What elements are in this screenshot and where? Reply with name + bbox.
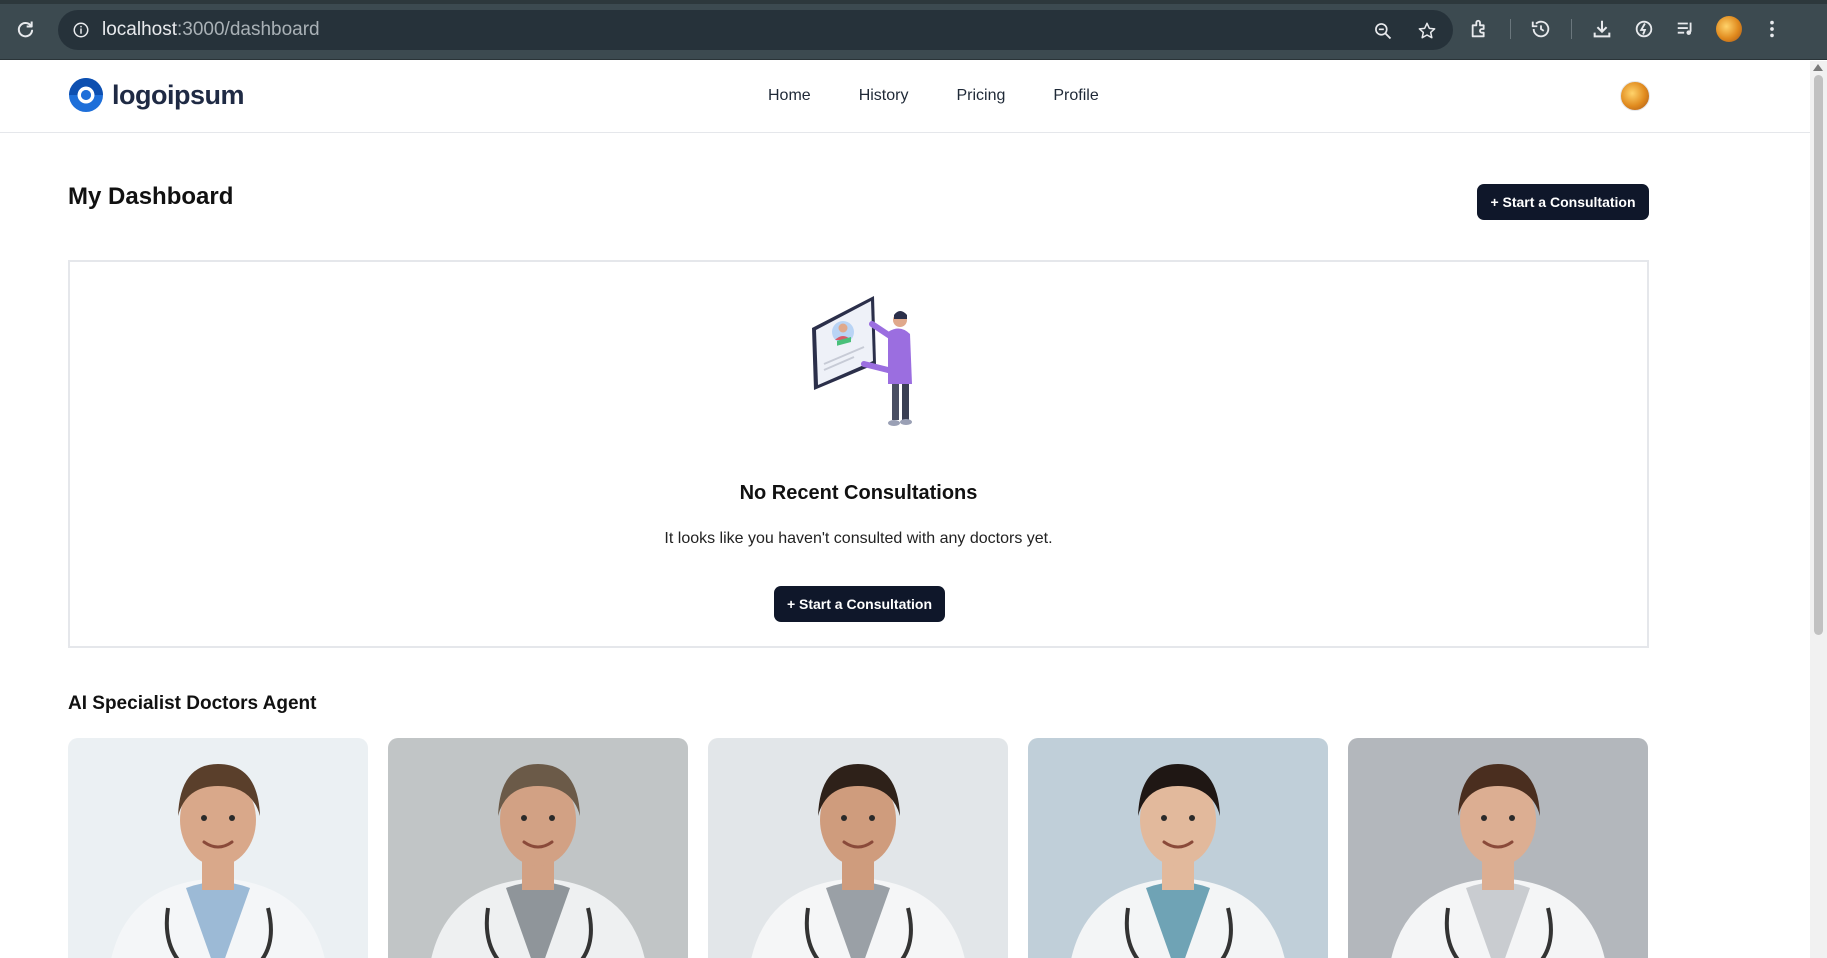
history-icon[interactable] xyxy=(1529,17,1553,41)
more-menu-icon[interactable] xyxy=(1760,17,1784,41)
doctor-card[interactable] xyxy=(708,738,1008,958)
performance-icon[interactable] xyxy=(1632,17,1656,41)
nav-link-profile[interactable]: Profile xyxy=(1053,87,1098,105)
download-icon[interactable] xyxy=(1590,17,1614,41)
extensions-icon[interactable] xyxy=(1468,17,1492,41)
toolbar-divider xyxy=(1571,19,1572,39)
empty-state-title: No Recent Consultations xyxy=(739,482,978,504)
doctor-screen-illustration xyxy=(812,296,912,426)
media-control-icon[interactable] xyxy=(1674,17,1698,41)
user-avatar[interactable] xyxy=(1620,81,1650,111)
browser-profile-avatar[interactable] xyxy=(1716,16,1742,42)
doctor-portrait-image xyxy=(708,738,1008,958)
doctor-portrait-image xyxy=(68,738,368,958)
browser-toolbar: localhost:3000/dashboard xyxy=(0,0,1827,60)
page-viewport: logoipsum Home History Pricing Profile M… xyxy=(0,61,1810,958)
nav-link-history[interactable]: History xyxy=(859,87,909,105)
nav-link-pricing[interactable]: Pricing xyxy=(956,87,1005,105)
url-text[interactable]: localhost:3000/dashboard xyxy=(102,19,320,41)
empty-state-subtitle: It looks like you haven't consulted with… xyxy=(664,530,1053,547)
logo-text: logoipsum xyxy=(112,79,245,110)
scrollbar-thumb[interactable] xyxy=(1814,75,1823,635)
main-nav: Home History Pricing Profile xyxy=(768,87,1099,105)
toolbar-divider xyxy=(1510,19,1511,39)
doctor-card[interactable] xyxy=(1348,738,1648,958)
start-consultation-button[interactable]: + Start a Consultation xyxy=(1477,184,1649,220)
url-path: :3000/dashboard xyxy=(177,19,320,40)
url-host: localhost xyxy=(102,19,177,40)
page-scrollbar[interactable] xyxy=(1810,61,1827,958)
logo-mark-icon xyxy=(69,78,103,112)
reload-icon[interactable] xyxy=(14,18,36,40)
doctor-card[interactable] xyxy=(1028,738,1328,958)
doctor-card[interactable] xyxy=(388,738,688,958)
specialists-section-title: AI Specialist Doctors Agent xyxy=(68,693,317,714)
page-title: My Dashboard xyxy=(68,183,234,210)
doctor-portrait-image xyxy=(388,738,688,958)
site-info-icon[interactable] xyxy=(70,19,92,41)
recent-consultations-empty-state: No Recent Consultations It looks like yo… xyxy=(68,260,1649,648)
doctor-card[interactable] xyxy=(68,738,368,958)
bookmark-star-icon[interactable] xyxy=(1415,19,1439,43)
nav-link-home[interactable]: Home xyxy=(768,87,811,105)
logo[interactable]: logoipsum xyxy=(68,77,245,113)
scroll-up-arrow-icon[interactable] xyxy=(1813,64,1823,71)
address-bar[interactable]: localhost:3000/dashboard xyxy=(58,10,1453,50)
specialist-doctors-grid xyxy=(68,738,1648,958)
tab-strip-edge xyxy=(0,0,1827,4)
doctor-portrait-image xyxy=(1348,738,1648,958)
zoom-icon[interactable] xyxy=(1371,19,1395,43)
doctor-portrait-image xyxy=(1028,738,1328,958)
empty-state-start-consultation-button[interactable]: + Start a Consultation xyxy=(774,586,945,622)
site-navbar: logoipsum Home History Pricing Profile xyxy=(0,61,1810,133)
